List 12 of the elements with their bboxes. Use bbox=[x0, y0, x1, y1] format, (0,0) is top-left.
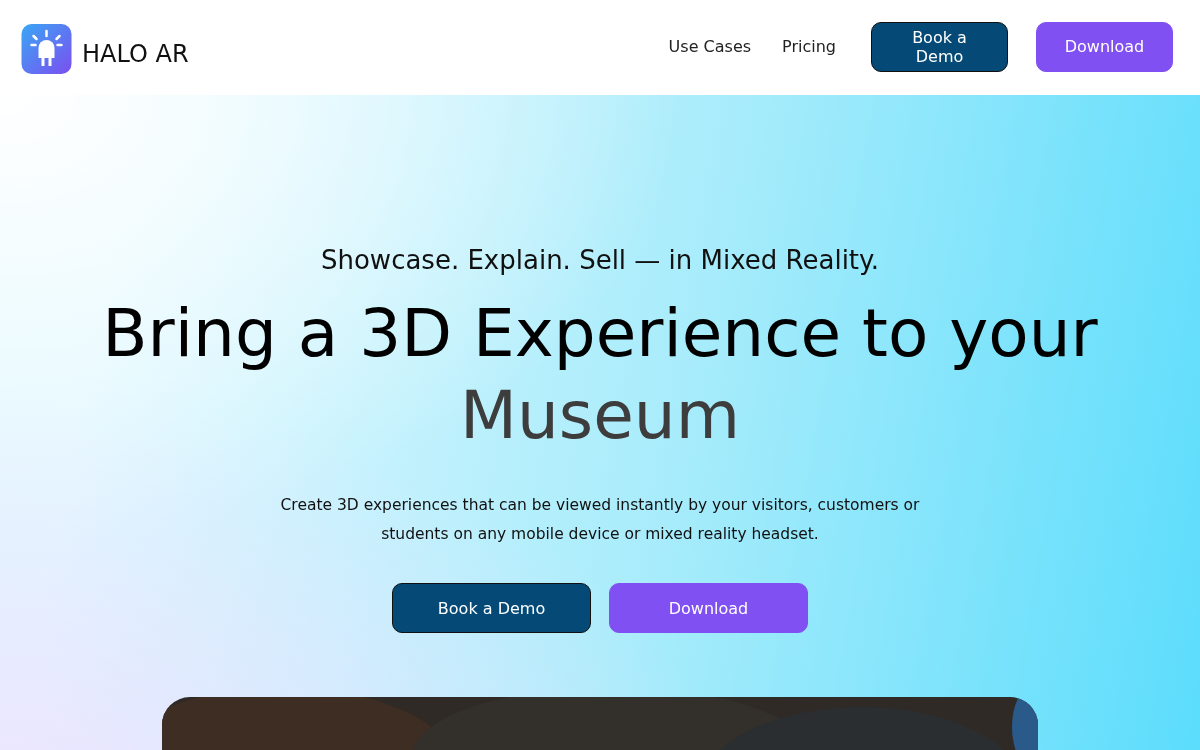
brand-name: HALO AR bbox=[82, 39, 189, 68]
description: Create 3D experiences that can be viewed instantly by your visitors, customers or students on any mobile device or mixed reality headset. bbox=[279, 495, 921, 545]
download-button[interactable]: Download bbox=[1036, 21, 1173, 72]
headline: Bring a 3D Experience to your bbox=[102, 295, 1098, 372]
headline-highlight: Museum bbox=[460, 377, 740, 454]
download-button[interactable]: Download bbox=[609, 583, 808, 633]
tagline: Showcase. Explain. Sell — in Mixed Reality. bbox=[321, 245, 879, 275]
book-demo-button[interactable]: Book a Demo bbox=[392, 583, 591, 633]
nav-link[interactable]: Use Cases bbox=[668, 37, 752, 56]
nav-link[interactable]: Pricing bbox=[782, 37, 836, 56]
lightbulb-logo-icon[interactable] bbox=[21, 23, 72, 74]
book-demo-button[interactable]: Book a Demo bbox=[871, 21, 1008, 72]
